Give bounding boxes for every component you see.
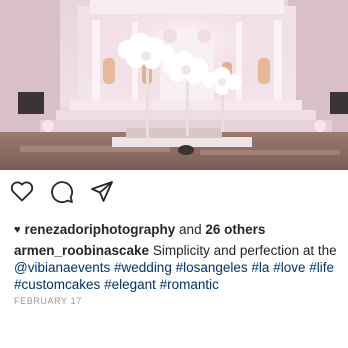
likes-line: ♥ renezadoriphotography and 26 others	[14, 221, 342, 239]
hashtag-link[interactable]: #romantic	[160, 277, 219, 292]
caption-text: Simplicity and perfection at the	[149, 243, 337, 258]
likes-others-count[interactable]: 26 others	[205, 222, 265, 237]
hashtag-link[interactable]: #life	[309, 260, 334, 275]
post-photo[interactable]	[0, 0, 348, 170]
likes-connector: and	[175, 222, 206, 237]
hashtag-link[interactable]: #love	[273, 260, 305, 275]
hashtag-link[interactable]: #wedding	[114, 260, 172, 275]
comment-icon[interactable]	[50, 180, 74, 204]
liker-username[interactable]: renezadoriphotography	[25, 222, 176, 237]
share-paper-plane-icon[interactable]	[90, 180, 114, 204]
post-caption: armen_roobinascake Simplicity and perfec…	[14, 242, 340, 293]
hashtag-link[interactable]: #losangeles	[176, 260, 248, 275]
hashtag-link[interactable]: #la	[251, 260, 269, 275]
heart-outline-icon[interactable]	[10, 180, 34, 202]
filled-heart-icon: ♥	[14, 224, 21, 236]
post-date: FEBRUARY 17	[14, 296, 82, 306]
hashtag-link[interactable]: #customcakes	[14, 277, 100, 292]
hashtag-link[interactable]: #elegant	[104, 277, 156, 292]
mention-link[interactable]: @vibianaevents	[14, 260, 110, 275]
caption-username[interactable]: armen_roobinascake	[14, 243, 149, 258]
